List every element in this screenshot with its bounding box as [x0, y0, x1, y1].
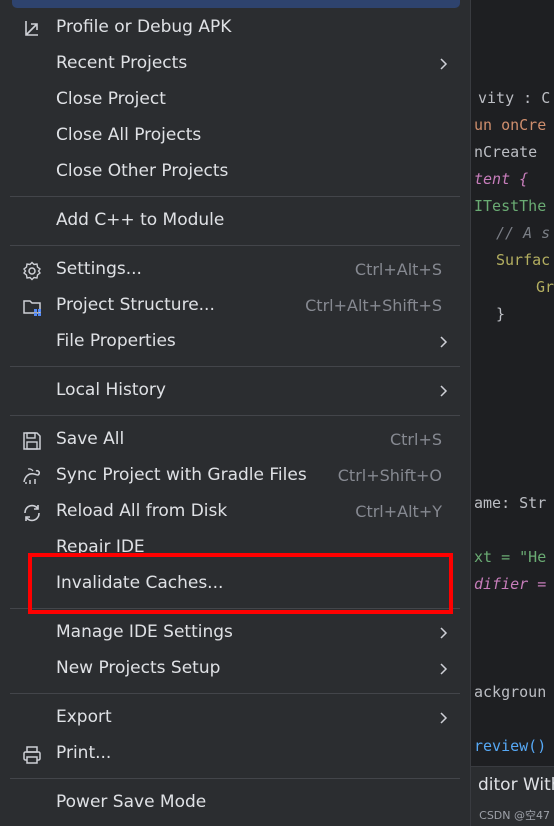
code-line: // A s	[496, 224, 551, 242]
code-editor[interactable]: vity : C un onCre nCreate tent { ITestTh…	[470, 0, 554, 826]
menu-item-label: Manage IDE Settings	[56, 622, 233, 642]
shortcut-label: Ctrl+Shift+O	[337, 466, 442, 485]
chevron-right-icon	[440, 627, 448, 639]
chevron-right-icon	[440, 58, 448, 70]
menu-item-reload-all[interactable]: Reload All from Disk Ctrl+Alt+Y	[10, 494, 460, 530]
code-line: nCreate	[474, 143, 538, 161]
menu-item-label: Settings...	[56, 259, 142, 279]
reload-icon	[24, 504, 40, 522]
shortcut-label: Ctrl+Alt+Y	[355, 502, 442, 521]
gradle-sync-icon	[23, 468, 40, 484]
menu-item-label: Close Other Projects	[56, 161, 229, 181]
chevron-right-icon	[440, 385, 448, 397]
code-line: ITestThe	[474, 197, 547, 215]
editor-bottom-label: ditor With	[478, 775, 554, 795]
editor-status-bar: ditor With CSDN @空47	[470, 766, 554, 826]
code-line: Gr	[536, 278, 554, 296]
project-structure-icon	[23, 300, 41, 316]
menu-item-power-save-mode[interactable]: Power Save Mode	[10, 785, 460, 821]
menu-item-label: Add C++ to Module	[56, 210, 225, 230]
menu-item-project-structure[interactable]: Project Structure... Ctrl+Alt+Shift+S	[10, 288, 460, 324]
code-line: xt = "He	[474, 548, 547, 566]
menu-item-new-projects-setup[interactable]: New Projects Setup	[10, 651, 460, 687]
chevron-right-icon	[440, 336, 448, 348]
menu-item-label: Project Structure...	[56, 295, 215, 315]
menu-item-close-all-projects[interactable]: Close All Projects	[10, 118, 460, 154]
menu-item-save-all[interactable]: Save All Ctrl+S	[10, 422, 460, 458]
menu-item-label: Close All Projects	[56, 125, 202, 145]
shortcut-label: Ctrl+Alt+Shift+S	[305, 296, 442, 315]
menu-item-close-other-projects[interactable]: Close Other Projects	[10, 154, 460, 190]
save-icon	[23, 432, 41, 450]
code-line: vity : C	[478, 89, 551, 107]
code-line: Surfac	[496, 251, 551, 269]
selected-item-top[interactable]	[12, 0, 460, 8]
menu-item-sync-gradle[interactable]: Sync Project with Gradle Files Ctrl+Shif…	[10, 458, 460, 494]
chevron-right-icon	[440, 712, 448, 724]
chevron-right-icon	[440, 663, 448, 675]
menu-separator	[10, 415, 460, 416]
menu-item-label: Export	[56, 707, 112, 727]
menu-item-local-history[interactable]: Local History	[10, 373, 460, 409]
menu-item-export[interactable]: Export	[10, 700, 460, 736]
menu-item-file-properties[interactable]: File Properties	[10, 324, 460, 360]
menu-separator	[10, 245, 460, 246]
menu-item-recent-projects[interactable]: Recent Projects	[10, 46, 460, 82]
menu-item-add-cpp-to-module[interactable]: Add C++ to Module	[10, 203, 460, 239]
menu-separator	[10, 778, 460, 779]
menu-separator	[10, 693, 460, 694]
menu-item-print[interactable]: Print...	[10, 736, 460, 772]
menu-item-label: Print...	[56, 743, 112, 763]
code-line: un onCre	[474, 116, 547, 134]
menu-item-label: Reload All from Disk	[56, 501, 228, 521]
menu-item-label: New Projects Setup	[56, 658, 221, 678]
menu-item-label: Profile or Debug APK	[56, 17, 232, 37]
code-line: tent {	[474, 170, 529, 188]
code-line: review()	[474, 737, 547, 755]
menu-item-label: Sync Project with Gradle Files	[56, 465, 307, 485]
menu-item-label: File Properties	[56, 331, 176, 351]
menu-separator	[10, 366, 460, 367]
menu-item-label: Close Project	[56, 89, 166, 109]
code-line: }	[496, 305, 506, 323]
menu-item-label: Save All	[56, 429, 125, 449]
menu-item-label: Recent Projects	[56, 53, 188, 73]
menu-item-label: Local History	[56, 380, 166, 400]
gear-icon	[23, 261, 41, 281]
highlight-box	[28, 553, 453, 614]
profile-debug-icon	[25, 21, 38, 36]
shortcut-label: Ctrl+S	[389, 430, 442, 449]
menu-separator	[10, 196, 460, 197]
watermark: CSDN @空47	[479, 809, 550, 822]
shortcut-label: Ctrl+Alt+S	[354, 260, 442, 279]
code-line: ame: Str	[474, 494, 547, 512]
menu-item-label: Power Save Mode	[56, 792, 207, 812]
menu-item-manage-ide-settings[interactable]: Manage IDE Settings	[10, 615, 460, 651]
file-menu: Profile or Debug APK Recent Projects Clo…	[0, 0, 471, 826]
menu-item-close-project[interactable]: Close Project	[10, 82, 460, 118]
printer-icon	[23, 746, 41, 764]
menu-item-profile-debug-apk[interactable]: Profile or Debug APK	[10, 10, 460, 46]
code-line: difier =	[474, 575, 547, 593]
code-line: ackgroun	[474, 683, 547, 701]
menu-item-settings[interactable]: Settings... Ctrl+Alt+S	[10, 252, 460, 288]
